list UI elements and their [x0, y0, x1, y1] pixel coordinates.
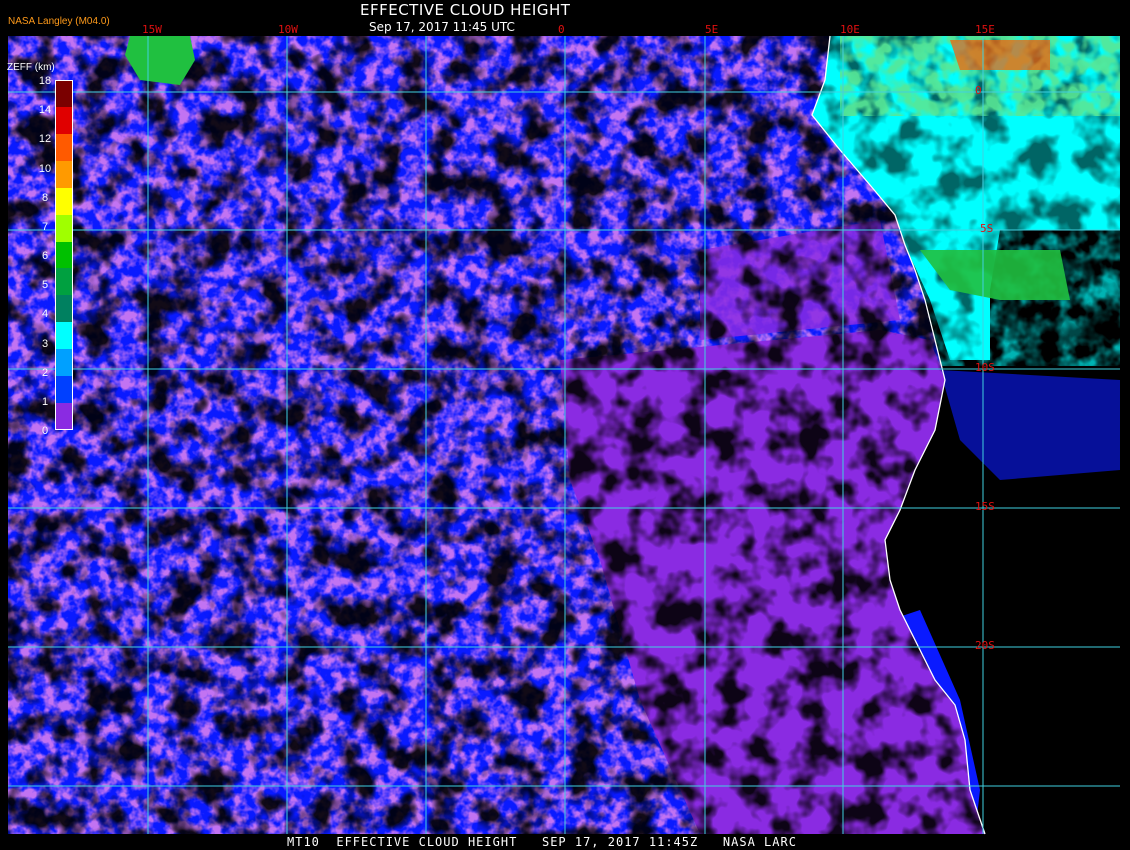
lat-label: 15S [975, 500, 995, 513]
cloud-height-map [0, 0, 1130, 850]
satellite-map-page: { "header": { "title": "EFFECTIVE CLOUD … [0, 0, 1130, 850]
legend-tick-label: 8 [41, 191, 49, 204]
legend-tick-label: 1 [41, 395, 49, 408]
footer-caption: MT10 EFFECTIVE CLOUD HEIGHT SEP 17, 2017… [287, 835, 797, 849]
lon-label: 0 [558, 23, 565, 36]
lat-label: 10S [975, 361, 995, 374]
lat-label: 0 [975, 84, 982, 97]
legend-tick-label: 0 [41, 425, 49, 437]
legend-tick-label: 3 [41, 337, 49, 350]
credit-label: NASA Langley (M04.0) [8, 16, 110, 27]
lon-label: 15E [975, 23, 995, 36]
legend-tick-label: 7 [41, 220, 49, 233]
lon-label: 15W [142, 23, 162, 36]
lat-label: 5S [980, 222, 994, 235]
lon-label: 5E [705, 23, 719, 36]
legend-tick-label: 6 [41, 250, 49, 262]
legend-tick-label: 5 [41, 279, 49, 292]
map-timestamp: Sep 17, 2017 11:45 UTC [369, 20, 515, 34]
legend-tick-label: 18 [38, 75, 52, 87]
legend-tick-label: 14 [38, 104, 52, 117]
lon-label: 10W [278, 23, 298, 36]
legend-tick-label: 12 [38, 133, 52, 146]
lon-label: 10E [840, 23, 860, 36]
legend-tick-label: 4 [41, 308, 49, 321]
lat-label: 20S [975, 639, 995, 652]
legend-tick-label: 10 [38, 162, 52, 175]
legend-title: ZEFF (km) [7, 62, 55, 73]
legend-frame [55, 80, 73, 430]
map-title: EFFECTIVE CLOUD HEIGHT [360, 1, 571, 19]
legend-tick-label: 2 [41, 366, 49, 379]
